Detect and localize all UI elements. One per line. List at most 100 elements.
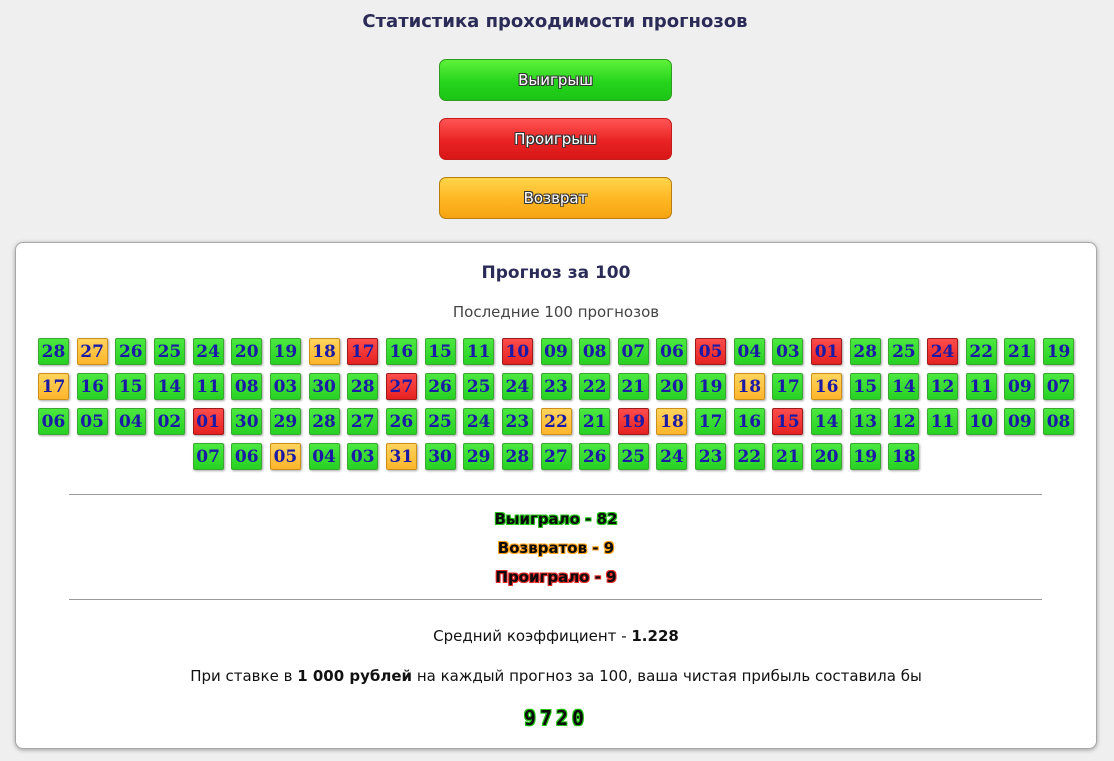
forecast-cell-win[interactable]: 11 [965,373,997,400]
forecast-cell-lose[interactable]: 01 [811,338,843,365]
forecast-cell-win[interactable]: 22 [965,338,997,365]
forecast-cell-win[interactable]: 19 [1043,338,1075,365]
forecast-cell-win[interactable]: 02 [153,408,185,435]
forecast-cell-win[interactable]: 25 [617,443,649,470]
forecast-cell-win[interactable]: 21 [772,443,804,470]
forecast-cell-return[interactable]: 22 [540,408,572,435]
forecast-cell-return[interactable]: 16 [811,373,843,400]
forecast-cell-win[interactable]: 29 [463,443,495,470]
forecast-cell-lose[interactable]: 10 [501,338,533,365]
forecast-cell-win[interactable]: 17 [695,408,727,435]
forecast-cell-win[interactable]: 21 [617,373,649,400]
forecast-cell-win[interactable]: 28 [37,338,69,365]
forecast-cell-win[interactable]: 21 [1004,338,1036,365]
forecast-cell-win[interactable]: 16 [385,338,417,365]
forecast-cell-win[interactable]: 12 [927,373,959,400]
forecast-cell-win[interactable]: 30 [231,408,263,435]
forecast-cell-win[interactable]: 14 [153,373,185,400]
forecast-cell-win[interactable]: 10 [965,408,997,435]
forecast-cell-win[interactable]: 08 [1043,408,1075,435]
forecast-cell-win[interactable]: 16 [76,373,108,400]
forecast-cell-win[interactable]: 27 [540,443,572,470]
forecast-cell-win[interactable]: 04 [308,443,340,470]
forecast-cell-win[interactable]: 13 [849,408,881,435]
forecast-cell-win[interactable]: 22 [579,373,611,400]
forecast-cell-win[interactable]: 26 [424,373,456,400]
forecast-cell-win[interactable]: 03 [269,373,301,400]
forecast-cell-win[interactable]: 11 [927,408,959,435]
forecast-cell-lose[interactable]: 24 [927,338,959,365]
forecast-cell-win[interactable]: 28 [308,408,340,435]
forecast-cell-win[interactable]: 28 [347,373,379,400]
forecast-cell-lose[interactable]: 27 [385,373,417,400]
forecast-cell-win[interactable]: 19 [695,373,727,400]
forecast-cell-win[interactable]: 09 [540,338,572,365]
forecast-cell-win[interactable]: 03 [772,338,804,365]
forecast-cell-win[interactable]: 23 [540,373,572,400]
forecast-cell-win[interactable]: 26 [115,338,147,365]
forecast-cell-lose[interactable]: 19 [617,408,649,435]
forecast-cell-win[interactable]: 24 [656,443,688,470]
forecast-cell-win[interactable]: 04 [115,408,147,435]
forecast-cell-return[interactable]: 31 [385,443,417,470]
forecast-cell-lose[interactable]: 15 [772,408,804,435]
forecast-cell-win[interactable]: 14 [888,373,920,400]
legend-win-button[interactable]: Выигрыш [439,59,672,101]
forecast-cell-win[interactable]: 14 [811,408,843,435]
forecast-cell-lose[interactable]: 01 [192,408,224,435]
forecast-cell-win[interactable]: 06 [231,443,263,470]
forecast-cell-lose[interactable]: 05 [695,338,727,365]
forecast-cell-win[interactable]: 08 [579,338,611,365]
forecast-cell-return[interactable]: 18 [656,408,688,435]
forecast-cell-win[interactable]: 24 [192,338,224,365]
forecast-cell-win[interactable]: 08 [231,373,263,400]
forecast-cell-win[interactable]: 28 [501,443,533,470]
forecast-cell-win[interactable]: 24 [463,408,495,435]
forecast-cell-win[interactable]: 11 [192,373,224,400]
forecast-cell-win[interactable]: 06 [656,338,688,365]
forecast-cell-win[interactable]: 19 [849,443,881,470]
forecast-cell-win[interactable]: 29 [269,408,301,435]
forecast-cell-win[interactable]: 07 [1043,373,1075,400]
forecast-cell-return[interactable]: 18 [733,373,765,400]
forecast-cell-win[interactable]: 17 [772,373,804,400]
legend-return-button[interactable]: Возврат [439,177,672,219]
forecast-cell-win[interactable]: 20 [656,373,688,400]
forecast-cell-win[interactable]: 27 [347,408,379,435]
forecast-cell-return[interactable]: 05 [269,443,301,470]
forecast-cell-win[interactable]: 28 [849,338,881,365]
forecast-cell-win[interactable]: 25 [153,338,185,365]
forecast-cell-win[interactable]: 30 [424,443,456,470]
forecast-cell-win[interactable]: 20 [231,338,263,365]
forecast-cell-win[interactable]: 15 [849,373,881,400]
forecast-cell-win[interactable]: 06 [37,408,69,435]
forecast-cell-win[interactable]: 20 [811,443,843,470]
forecast-cell-win[interactable]: 03 [347,443,379,470]
forecast-cell-win[interactable]: 22 [733,443,765,470]
forecast-cell-win[interactable]: 18 [888,443,920,470]
forecast-cell-win[interactable]: 15 [424,338,456,365]
forecast-cell-win[interactable]: 19 [269,338,301,365]
forecast-cell-win[interactable]: 25 [888,338,920,365]
forecast-cell-win[interactable]: 07 [192,443,224,470]
forecast-cell-win[interactable]: 15 [115,373,147,400]
forecast-cell-return[interactable]: 17 [37,373,69,400]
forecast-cell-win[interactable]: 23 [501,408,533,435]
forecast-cell-win[interactable]: 04 [733,338,765,365]
legend-lose-button[interactable]: Проигрыш [439,118,672,160]
forecast-cell-win[interactable]: 12 [888,408,920,435]
forecast-cell-lose[interactable]: 17 [347,338,379,365]
forecast-cell-win[interactable]: 09 [1004,408,1036,435]
forecast-cell-return[interactable]: 27 [76,338,108,365]
forecast-cell-win[interactable]: 26 [579,443,611,470]
forecast-cell-win[interactable]: 07 [617,338,649,365]
forecast-cell-win[interactable]: 25 [463,373,495,400]
forecast-cell-win[interactable]: 30 [308,373,340,400]
forecast-cell-win[interactable]: 25 [424,408,456,435]
forecast-cell-win[interactable]: 11 [463,338,495,365]
forecast-cell-return[interactable]: 18 [308,338,340,365]
forecast-cell-win[interactable]: 05 [76,408,108,435]
forecast-cell-win[interactable]: 21 [579,408,611,435]
forecast-cell-win[interactable]: 16 [733,408,765,435]
forecast-cell-win[interactable]: 23 [695,443,727,470]
